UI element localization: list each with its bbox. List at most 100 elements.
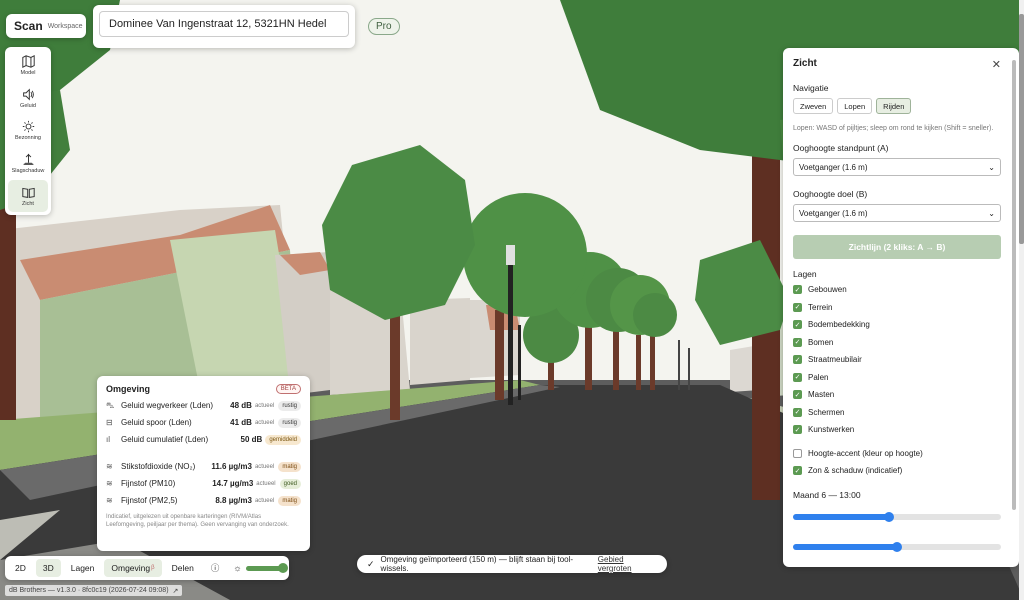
page-scrollbar-thumb[interactable]	[1019, 14, 1024, 244]
beta-badge: BETA	[275, 384, 301, 394]
env-value: 48 dB	[230, 401, 252, 410]
layer-checkbox-row[interactable]: ✓ Terrein	[793, 299, 1009, 317]
hour-slider-knob[interactable]	[892, 541, 902, 552]
address-input[interactable]	[99, 11, 349, 37]
tool-zicht[interactable]: Zicht	[8, 180, 48, 212]
env-name: Geluid spoor (Lden)	[121, 418, 192, 427]
workspace-label: Workspace	[47, 22, 83, 30]
nav-mode-zweven[interactable]: Zweven	[793, 98, 834, 114]
environment-title: Omgeving	[106, 384, 151, 394]
version-text: dB Brothers — v1.3.0 · 8fc0c19 (2026-07-…	[9, 587, 169, 594]
sun-icon	[22, 121, 34, 133]
env-status: actueel	[254, 498, 275, 504]
layer-checkbox-row[interactable]: ✓ Palen	[793, 369, 1009, 387]
page-scrollbar[interactable]	[1019, 0, 1024, 600]
tool-model[interactable]: Model	[8, 50, 48, 82]
light-slider-knob[interactable]	[277, 562, 288, 573]
env-rating: matig	[278, 462, 301, 472]
layer-checkbox-row[interactable]: ✓ Kunstwerken	[793, 421, 1009, 439]
layers-button[interactable]: Lagen	[64, 559, 102, 577]
info-icon[interactable]: ⓘ	[204, 559, 227, 577]
select-value: Voetganger (1.6 m)	[799, 162, 868, 172]
layer-checkbox-row[interactable]: ✓ Schermen	[793, 404, 1009, 422]
env-row-pm25: ≋ Fijnstof (PM2,5) 8.8 µg/m3 actueel mat…	[106, 496, 301, 510]
env-name: Geluid wegverkeer (Lden)	[121, 401, 214, 410]
env-rating: rustig	[278, 418, 301, 428]
env-value: 50 dB	[240, 435, 263, 444]
checkbox[interactable]: ✓	[793, 466, 802, 476]
brand-logo[interactable]: Scan Workspace	[6, 14, 86, 38]
option-list: Hoogte-accent (kleur op hoogte) ✓ Zon & sc…	[793, 445, 1009, 480]
tool-slagschaduw[interactable]: Slagschaduw	[8, 148, 48, 180]
checkbox[interactable]: ✓	[793, 425, 802, 435]
checkbox[interactable]: ✓	[793, 355, 802, 365]
chevron-down-icon: ⌄	[988, 208, 995, 218]
train-icon: ⊟	[106, 418, 113, 427]
env-rating: matig	[278, 496, 301, 506]
checkbox[interactable]: ✓	[793, 390, 802, 400]
checkbox[interactable]: ✓	[793, 320, 802, 330]
checkbox[interactable]: ✓	[793, 285, 802, 295]
env-row-cumulative-noise: ıl Geluid cumulatief (Lden) 50 dB gemidd…	[106, 435, 301, 459]
env-status: actueel	[254, 420, 275, 426]
navigation-hint: Lopen: WASD of pijltjes; sleep om rond t…	[793, 125, 994, 132]
checkbox-label: Terrein	[808, 302, 833, 312]
chevron-down-icon: ⌄	[988, 162, 995, 172]
panel-scrollbar[interactable]	[1012, 60, 1016, 510]
env-row-rail-noise: ⊟ Geluid spoor (Lden) 41 dB actueel rust…	[106, 418, 301, 432]
env-status: actueel	[256, 481, 276, 487]
import-toast: ✓ Omgeving geïmporteerd (150 m) — blijft…	[357, 555, 667, 573]
light-slider[interactable]: ☼	[233, 562, 288, 573]
hour-slider-fill	[793, 543, 897, 550]
month-slider[interactable]	[793, 511, 1001, 522]
env-value: 8.8 µg/m3	[215, 496, 252, 505]
share-button[interactable]: Delen	[165, 559, 201, 577]
checkbox[interactable]: ✓	[793, 337, 802, 347]
wind-icon: ≋	[106, 479, 113, 488]
tool-label: Slagschaduw	[11, 168, 45, 175]
hour-slider[interactable]	[793, 541, 1001, 552]
eye-height-a-select[interactable]: Voetganger (1.6 m) ⌄	[793, 158, 1001, 176]
env-name: Fijnstof (PM10)	[121, 479, 176, 488]
environment-button[interactable]: Omgeving β	[104, 559, 162, 577]
option-checkbox-row[interactable]: ✓ Zon & schaduw (indicatief)	[793, 462, 1009, 480]
nav-mode-rijden[interactable]: Rijden	[876, 98, 912, 114]
enlarge-area-link[interactable]: Gebied vergroten	[598, 555, 657, 573]
map-icon	[21, 55, 35, 69]
navigation-label: Navigatie	[793, 83, 829, 93]
version-label: dB Brothers — v1.3.0 · 8fc0c19 (2026-07-…	[5, 585, 183, 596]
toast-message: Omgeving geïmporteerd (150 m) — blijft s…	[380, 555, 574, 573]
close-icon[interactable]: ✕	[992, 58, 1001, 71]
wind-icon: ≋	[106, 496, 113, 505]
env-row-no2: ≋ Stikstofdioxide (NO₂) 11.6 µg/m3 actue…	[106, 462, 301, 476]
checkbox-label: Kunstwerken	[808, 425, 855, 435]
nav-mode-lopen[interactable]: Lopen	[837, 98, 873, 114]
external-link-icon[interactable]: ↗	[173, 587, 179, 595]
speaker-icon	[22, 88, 34, 101]
select-value: Voetganger (1.6 m)	[799, 208, 868, 218]
tool-geluid[interactable]: Geluid	[8, 83, 48, 115]
eye-height-b-select[interactable]: Voetganger (1.6 m) ⌄	[793, 204, 1001, 222]
layer-checkbox-row[interactable]: ✓ Masten	[793, 386, 1009, 404]
light-slider-track[interactable]	[245, 562, 288, 573]
checkbox[interactable]: ✓	[793, 372, 802, 382]
checkbox[interactable]: ✓	[793, 302, 802, 312]
option-checkbox-row[interactable]: Hoogte-accent (kleur op hoogte)	[793, 445, 1009, 463]
checkbox[interactable]	[793, 448, 802, 458]
checkbox-label: Bodembedekking	[808, 320, 870, 330]
view-3d-button[interactable]: 3D	[35, 559, 61, 577]
layer-checkbox-row[interactable]: ✓ Straatmeubilair	[793, 351, 1009, 369]
sightline-button[interactable]: Zichtlijn (2 kliks: A → B)	[793, 235, 1001, 259]
layer-checkbox-row[interactable]: ✓ Bomen	[793, 334, 1009, 352]
layer-checkbox-row[interactable]: ✓ Gebouwen	[793, 281, 1009, 299]
month-slider-knob[interactable]	[883, 511, 894, 522]
layers-label: Lagen	[793, 269, 817, 279]
time-label: Maand 6 — 13:00	[793, 489, 861, 500]
pro-badge[interactable]: Pro	[368, 18, 400, 35]
env-status: actueel	[254, 403, 275, 409]
layer-checkbox-row[interactable]: ✓ Bodembedekking	[793, 316, 1009, 334]
checkbox[interactable]: ✓	[793, 407, 802, 417]
navigation-mode-toggle: Zweven Lopen Rijden	[793, 98, 1009, 114]
view-2d-button[interactable]: 2D	[8, 559, 33, 577]
tool-bezonning[interactable]: Bezonning	[8, 115, 48, 147]
